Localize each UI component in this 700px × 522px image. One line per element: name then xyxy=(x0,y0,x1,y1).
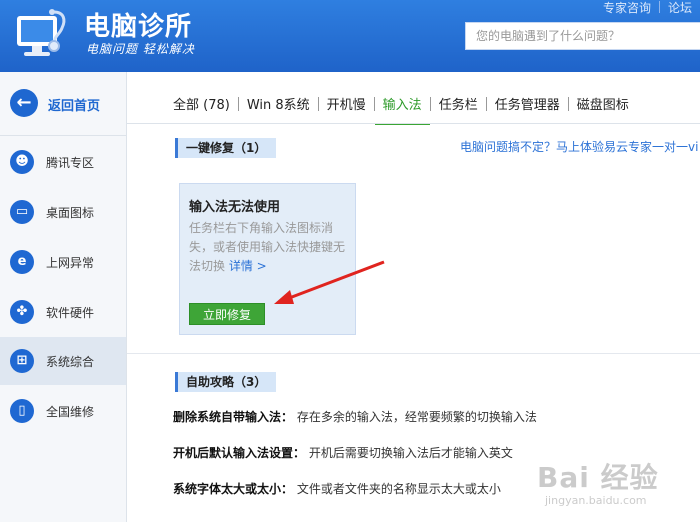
expert-consult-link[interactable]: 专家咨询 xyxy=(595,0,659,16)
baidu-jingyan-watermark: Bai 经验 jingyan.baidu.com xyxy=(531,452,700,516)
sidebar-item-label: 桌面图标 xyxy=(46,206,95,220)
monitor-icon: ▭ xyxy=(10,200,34,224)
app-header: 电脑诊所 电脑问题 轻松解决 专家咨询 论坛 您的电脑遇到了什么问题？ xyxy=(0,0,700,72)
back-home-label: 返回首页 xyxy=(48,99,101,114)
windows-icon: ⊞ xyxy=(10,349,34,373)
watermark-text: Bai 经验 xyxy=(537,461,659,494)
forum-link[interactable]: 论坛 xyxy=(660,0,700,16)
sidebar-item-desktop-icons[interactable]: ▭ 桌面图标 xyxy=(0,188,126,236)
back-arrow-icon: ← xyxy=(10,89,38,117)
penguin-icon: ☻ xyxy=(10,150,34,174)
sidebar-item-label: 上网异常 xyxy=(46,256,95,270)
sidebar: ← 返回首页 ☻ 腾讯专区 ▭ 桌面图标 e 上网异常 ✤ 软件硬件 ⊞ 系统综… xyxy=(0,72,127,522)
puzzle-icon: ✤ xyxy=(10,300,34,324)
guides-heading: 自助攻略（3） xyxy=(175,372,277,392)
top-links: 专家咨询 论坛 xyxy=(595,0,700,16)
sidebar-item-tencent[interactable]: ☻ 腾讯专区 xyxy=(0,138,126,186)
guide-title: 删除系统自带输入法： xyxy=(173,410,294,424)
sidebar-item-label: 系统综合 xyxy=(46,355,95,369)
phone-icon: ▯ xyxy=(10,399,34,423)
ie-icon: e xyxy=(10,250,34,274)
guide-item[interactable]: 开机后默认输入法设置： 开机后需要切换输入法后才能输入英文 xyxy=(173,444,513,461)
guide-item[interactable]: 系统字体太大或太小： 文件或者文件夹的名称显示太大或太小 xyxy=(173,480,501,497)
tab-win8[interactable]: Win 8系统 xyxy=(239,88,318,123)
sidebar-item-label: 软件硬件 xyxy=(46,306,95,320)
red-arrow-annotation xyxy=(274,260,385,304)
guide-title: 系统字体太大或太小： xyxy=(173,482,294,496)
sidebar-item-software-hardware[interactable]: ✤ 软件硬件 xyxy=(0,288,126,336)
guide-desc: 存在多余的输入法，经常要频繁的切换输入法 xyxy=(296,410,537,424)
section-divider xyxy=(127,353,700,354)
sidebar-item-repair[interactable]: ▯ 全国维修 xyxy=(0,387,126,435)
sidebar-item-system[interactable]: ⊞ 系统综合 xyxy=(0,337,126,385)
tab-input-method[interactable]: 输入法 xyxy=(374,88,430,125)
guide-desc: 文件或者文件夹的名称显示太大或太小 xyxy=(296,482,501,496)
fix-now-button[interactable]: 立即修复 xyxy=(189,303,265,325)
tabs-underline xyxy=(127,123,700,124)
tab-slow-boot[interactable]: 开机慢 xyxy=(319,88,374,123)
tab-disk-icon[interactable]: 磁盘图标 xyxy=(569,88,637,123)
app-slogan: 电脑问题 轻松解决 xyxy=(86,42,195,56)
sidebar-item-label: 全国维修 xyxy=(46,405,95,419)
tab-taskbar[interactable]: 任务栏 xyxy=(431,88,486,123)
stethoscope-monitor-logo-icon[interactable] xyxy=(14,6,74,64)
back-home-button[interactable]: ← 返回首页 xyxy=(0,72,126,136)
guide-desc: 开机后需要切换输入法后才能输入英文 xyxy=(308,446,513,460)
app-title: 电脑诊所 xyxy=(84,12,193,42)
watermark-url: jingyan.baidu.com xyxy=(545,494,647,507)
sidebar-item-label: 腾讯专区 xyxy=(46,156,95,170)
guide-item[interactable]: 删除系统自带输入法： 存在多余的输入法，经常要频繁的切换输入法 xyxy=(173,408,537,425)
category-tabs: 全部 (78) Win 8系统 开机慢 输入法 任务栏 任务管理器 磁盘图标 xyxy=(165,88,637,125)
tab-task-manager[interactable]: 任务管理器 xyxy=(487,88,568,123)
fix-card-title: 输入法无法使用 xyxy=(189,200,281,215)
tab-all[interactable]: 全部 (78) xyxy=(165,88,238,123)
search-input[interactable]: 您的电脑遇到了什么问题？ xyxy=(465,22,700,50)
sidebar-item-network[interactable]: e 上网异常 xyxy=(0,238,126,286)
quick-fix-heading: 一键修复（1） xyxy=(175,138,277,158)
expert-promo-link[interactable]: 电脑问题搞不定？马上体验易云专家一对一vi xyxy=(460,138,698,155)
guide-title: 开机后默认输入法设置： xyxy=(173,446,306,460)
details-link[interactable]: 详情 > xyxy=(229,259,267,273)
